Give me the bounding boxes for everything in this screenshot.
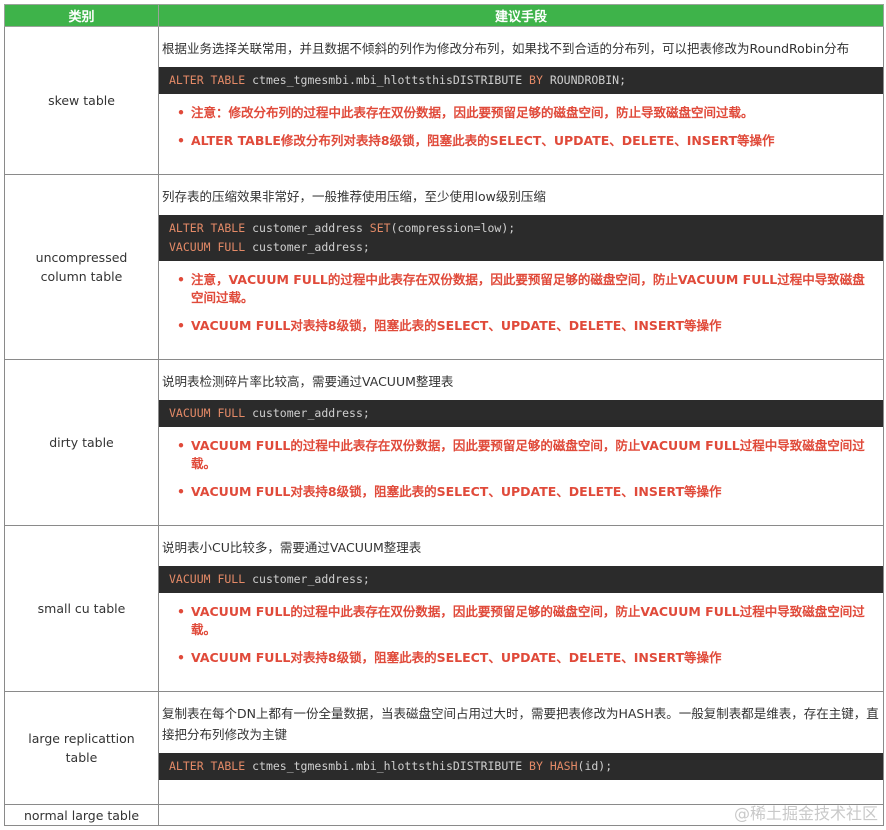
category-cell: skew table (4, 26, 159, 175)
table-row: small cu table 说明表小CU比较多，需要通过VACUUM整理表 V… (4, 525, 884, 692)
note-item: VACUUM FULL的过程中此表存在双份数据，因此要预留足够的磁盘空间，防止V… (177, 437, 883, 473)
code-block: ALTER TABLE ctmes_tgmesmbi.mbi_hlottsthi… (159, 67, 883, 94)
recommendation-table: 类别 建议手段 skew table 根据业务选择关联常用，并且数据不倾斜的列作… (4, 4, 884, 826)
description: 根据业务选择关联常用，并且数据不倾斜的列作为修改分布列，如果找不到合适的分布列，… (162, 41, 850, 56)
code-block: VACUUM FULL customer_address; (159, 566, 883, 593)
category-cell: uncompressed column table (4, 174, 159, 360)
description: 列存表的压缩效果非常好，一般推荐使用压缩，至少使用low级别压缩 (162, 189, 546, 204)
description: 说明表检测碎片率比较高，需要通过VACUUM整理表 (162, 374, 454, 389)
note-item: VACUUM FULL对表持8级锁，阻塞此表的SELECT、UPDATE、DEL… (177, 649, 883, 667)
watermark: @稀土掘金技术社区 (733, 804, 878, 823)
notes-list: VACUUM FULL的过程中此表存在双份数据，因此要预留足够的磁盘空间，防止V… (159, 603, 883, 687)
code-block: ALTER TABLE ctmes_tgmesmbi.mbi_hlottsthi… (159, 753, 883, 780)
note-item: VACUUM FULL对表持8级锁，阻塞此表的SELECT、UPDATE、DEL… (177, 483, 883, 501)
header-category: 类别 (4, 4, 159, 27)
description: 复制表在每个DN上都有一份全量数据，当表磁盘空间占用过大时，需要把表修改为HAS… (162, 706, 879, 742)
table-row: dirty table 说明表检测碎片率比较高，需要通过VACUUM整理表 VA… (4, 359, 884, 526)
note-item: 注意，VACUUM FULL的过程中此表存在双份数据，因此要预留足够的磁盘空间，… (177, 271, 883, 307)
note-item: VACUUM FULL的过程中此表存在双份数据，因此要预留足够的磁盘空间，防止V… (177, 603, 883, 639)
category-cell: large replicattion table (4, 691, 159, 805)
note-item: VACUUM FULL对表持8级锁，阻塞此表的SELECT、UPDATE、DEL… (177, 317, 883, 335)
description: 说明表小CU比较多，需要通过VACUUM整理表 (162, 540, 422, 555)
code-block: VACUUM FULL customer_address; (159, 400, 883, 427)
header-suggestion: 建议手段 (158, 4, 884, 27)
notes-list: 注意：修改分布列的过程中此表存在双份数据，因此要预留足够的磁盘空间，防止导致磁盘… (159, 104, 883, 170)
suggestion-cell: 复制表在每个DN上都有一份全量数据，当表磁盘空间占用过大时，需要把表修改为HAS… (158, 691, 884, 805)
code-block: ALTER TABLE customer_address SET(compres… (159, 215, 883, 261)
category-cell: small cu table (4, 525, 159, 692)
notes-list: VACUUM FULL的过程中此表存在双份数据，因此要预留足够的磁盘空间，防止V… (159, 437, 883, 521)
table-row: skew table 根据业务选择关联常用，并且数据不倾斜的列作为修改分布列，如… (4, 26, 884, 175)
suggestion-cell: 列存表的压缩效果非常好，一般推荐使用压缩，至少使用low级别压缩 ALTER T… (158, 174, 884, 360)
note-item: ALTER TABLE修改分布列对表持8级锁，阻塞此表的SELECT、UPDAT… (177, 132, 883, 150)
suggestion-cell: 根据业务选择关联常用，并且数据不倾斜的列作为修改分布列，如果找不到合适的分布列，… (158, 26, 884, 175)
table-row: uncompressed column table 列存表的压缩效果非常好，一般… (4, 174, 884, 360)
suggestion-cell: 说明表小CU比较多，需要通过VACUUM整理表 VACUUM FULL cust… (158, 525, 884, 692)
table-header-row: 类别 建议手段 (4, 4, 884, 27)
category-cell: dirty table (4, 359, 159, 526)
notes-list: 注意，VACUUM FULL的过程中此表存在双份数据，因此要预留足够的磁盘空间，… (159, 271, 883, 355)
suggestion-cell: 说明表检测碎片率比较高，需要通过VACUUM整理表 VACUUM FULL cu… (158, 359, 884, 526)
category-cell: normal large table (4, 804, 159, 826)
table-row: large replicattion table 复制表在每个DN上都有一份全量… (4, 691, 884, 805)
note-item: 注意：修改分布列的过程中此表存在双份数据，因此要预留足够的磁盘空间，防止导致磁盘… (177, 104, 883, 122)
